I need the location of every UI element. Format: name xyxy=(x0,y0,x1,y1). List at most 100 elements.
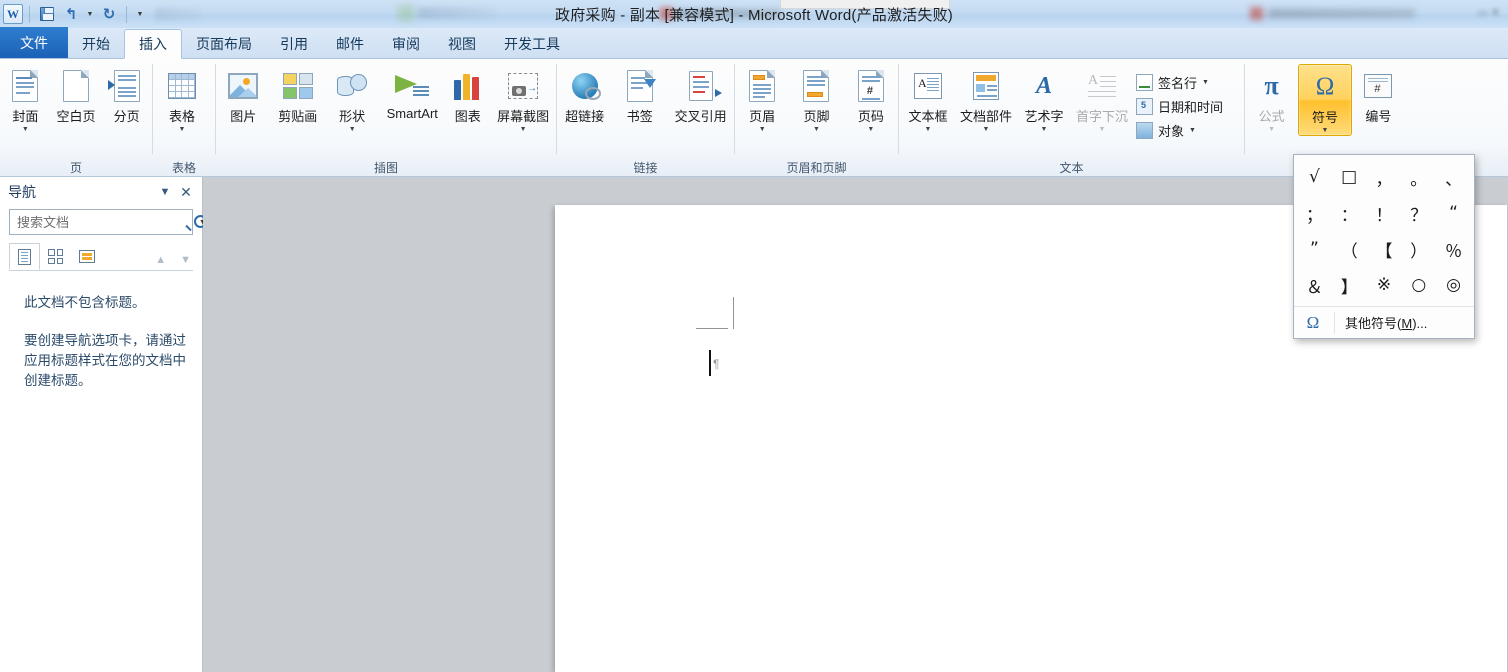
margin-corner-mark xyxy=(696,297,734,335)
tab-developer[interactable]: 开发工具 xyxy=(490,29,574,58)
triangle-down-icon[interactable]: ▼ xyxy=(180,254,191,266)
date-time-button[interactable]: 日期和时间 xyxy=(1131,94,1228,118)
symbol-ideographic-comma[interactable]: 、 xyxy=(1436,159,1471,195)
chevron-down-icon[interactable]: ▼ xyxy=(520,126,527,134)
chevron-down-icon[interactable]: ▼ xyxy=(1041,126,1048,134)
word-logo-icon[interactable]: W xyxy=(3,4,23,24)
page-break-button[interactable]: 分页 xyxy=(101,64,152,125)
shapes-button[interactable]: 形状 ▼ xyxy=(325,64,379,134)
hyperlink-button[interactable]: 超链接 xyxy=(557,64,612,125)
wordart-button[interactable]: A 艺术字 ▼ xyxy=(1015,64,1073,134)
screenshot-button[interactable]: → 屏幕截图 ▼ xyxy=(490,64,556,134)
symbol-right-double-quotation-mark[interactable]: ” xyxy=(1297,231,1332,267)
chevron-down-icon[interactable]: ▼ xyxy=(179,126,186,134)
chevron-down-icon[interactable]: ▼ xyxy=(813,126,820,134)
symbol-icon: Ω xyxy=(1315,73,1335,100)
number-button[interactable]: # 编号 xyxy=(1352,64,1405,125)
undo-icon[interactable]: ↰ xyxy=(60,3,82,25)
tab-view[interactable]: 视图 xyxy=(434,29,490,58)
screenshot-label: 屏幕截图 xyxy=(497,109,550,124)
save-icon[interactable] xyxy=(36,3,58,25)
text-box-label: 文本框 xyxy=(908,109,948,124)
symbol-reference-mark[interactable]: ※ xyxy=(1367,267,1402,303)
table-button[interactable]: 表格 ▼ xyxy=(153,64,211,134)
navigation-view-tabs: ▲ ▼ xyxy=(9,243,193,271)
chart-button[interactable]: 图表 xyxy=(445,64,490,125)
blank-page-button[interactable]: 空白页 xyxy=(51,64,102,125)
symbol-fullwidth-left-parenthesis[interactable]: （ xyxy=(1332,231,1367,267)
symbol-button[interactable]: Ω 符号 ▼ xyxy=(1298,64,1352,136)
bookmark-icon xyxy=(626,68,656,104)
tab-page-layout[interactable]: 页面布局 xyxy=(182,29,266,58)
smartart-icon xyxy=(395,68,430,104)
chevron-down-icon[interactable]: ▼ xyxy=(1322,127,1329,135)
symbol-fullwidth-right-parenthesis[interactable]: ） xyxy=(1401,231,1436,267)
chevron-down-icon[interactable]: ▼ xyxy=(759,126,766,134)
footer-button[interactable]: 页脚 ▼ xyxy=(789,64,843,134)
chevron-down-icon[interactable]: ▼ xyxy=(983,126,990,134)
tab-headings-view[interactable] xyxy=(9,243,40,270)
chevron-down-icon[interactable]: ▼ xyxy=(349,126,356,134)
quick-parts-button[interactable]: 文档部件 ▼ xyxy=(957,64,1015,134)
chevron-down-icon[interactable]: ▼ xyxy=(1189,127,1196,134)
symbol-bullseye[interactable]: ◎ xyxy=(1436,267,1471,303)
picture-button[interactable]: 图片 xyxy=(216,64,270,125)
symbol-fullwidth-semicolon[interactable]: ； xyxy=(1297,195,1332,231)
tab-results-view[interactable] xyxy=(71,243,102,270)
symbol-left-black-lenticular-bracket[interactable]: 【 xyxy=(1367,231,1402,267)
symbol-left-double-quotation-mark[interactable]: “ xyxy=(1436,195,1471,231)
page-number-button[interactable]: # 页码 ▼ xyxy=(844,64,898,134)
redacted-title-text xyxy=(418,7,496,19)
quick-parts-icon xyxy=(973,68,999,104)
tab-insert[interactable]: 插入 xyxy=(124,29,182,59)
redo-icon[interactable]: ↻ xyxy=(98,3,120,25)
tab-mailings[interactable]: 邮件 xyxy=(322,29,378,58)
customize-qat-icon[interactable]: ▼ xyxy=(133,3,147,25)
window-controls[interactable]: ▭ ✕ xyxy=(1477,6,1500,19)
navigation-search-box[interactable]: ▼ xyxy=(9,209,207,235)
symbol-fullwidth-ampersand[interactable]: ＆ xyxy=(1297,267,1332,303)
divider xyxy=(1334,311,1335,334)
chevron-down-icon[interactable]: ▼ xyxy=(1202,79,1209,86)
undo-dropdown-icon[interactable]: ▼ xyxy=(84,3,96,25)
chevron-down-icon[interactable]: ▼ xyxy=(925,126,932,134)
more-symbols-menu-item[interactable]: Ω 其他符号(M)... xyxy=(1294,306,1474,338)
tab-home[interactable]: 开始 xyxy=(68,29,124,58)
triangle-up-icon[interactable]: ▲ xyxy=(155,254,166,266)
paragraph-mark: ¶ xyxy=(713,357,720,371)
symbol-ideographic-full-stop[interactable]: 。 xyxy=(1401,159,1436,195)
smartart-button[interactable]: SmartArt xyxy=(379,64,445,121)
cross-reference-button[interactable]: 交叉引用 xyxy=(667,64,734,125)
chevron-down-icon[interactable]: ▼ xyxy=(22,126,29,134)
text-small-buttons: 签名行 ▼ 日期和时间 对象 ▼ xyxy=(1131,64,1228,142)
object-button[interactable]: 对象 ▼ xyxy=(1131,118,1228,142)
tab-references[interactable]: 引用 xyxy=(266,29,322,58)
symbol-fullwidth-percent-sign[interactable]: ％ xyxy=(1436,231,1471,267)
text-box-button[interactable]: A 文本框 ▼ xyxy=(899,64,957,134)
symbol-fullwidth-question-mark[interactable]: ？ xyxy=(1401,195,1436,231)
close-icon[interactable]: ✕ xyxy=(176,184,196,201)
signature-line-button[interactable]: 签名行 ▼ xyxy=(1131,70,1228,94)
chevron-down-icon[interactable]: ▼ xyxy=(1268,126,1275,134)
symbol-right-black-lenticular-bracket[interactable]: 】 xyxy=(1332,267,1367,303)
symbol-fullwidth-exclamation-mark[interactable]: ！ xyxy=(1367,195,1402,231)
equation-button[interactable]: π 公式 ▼ xyxy=(1245,64,1298,134)
drop-cap-button[interactable]: A 首字下沉 ▼ xyxy=(1073,64,1131,134)
symbol-white-square[interactable]: □ xyxy=(1332,159,1367,195)
symbol-check-mark[interactable]: √ xyxy=(1297,159,1332,195)
chevron-down-icon[interactable]: ▼ xyxy=(867,126,874,134)
search-input[interactable] xyxy=(17,214,193,230)
symbol-fullwidth-comma[interactable]: ， xyxy=(1367,159,1402,195)
chevron-down-icon[interactable]: ▼ xyxy=(1099,126,1106,134)
tab-review[interactable]: 审阅 xyxy=(378,29,434,58)
tab-pages-view[interactable] xyxy=(40,243,71,270)
header-button[interactable]: 页眉 ▼ xyxy=(735,64,789,134)
symbol-fullwidth-colon[interactable]: ： xyxy=(1332,195,1367,231)
bookmark-button[interactable]: 书签 xyxy=(612,64,667,125)
cover-page-button[interactable]: 封面 ▼ xyxy=(0,64,51,134)
pages-thumbnail-view-icon xyxy=(48,249,63,264)
clipart-button[interactable]: 剪贴画 xyxy=(270,64,324,125)
tab-file[interactable]: 文件 xyxy=(0,27,68,58)
symbol-white-circle[interactable]: ○ xyxy=(1401,267,1436,303)
chevron-down-icon[interactable]: ▼ xyxy=(154,186,176,198)
